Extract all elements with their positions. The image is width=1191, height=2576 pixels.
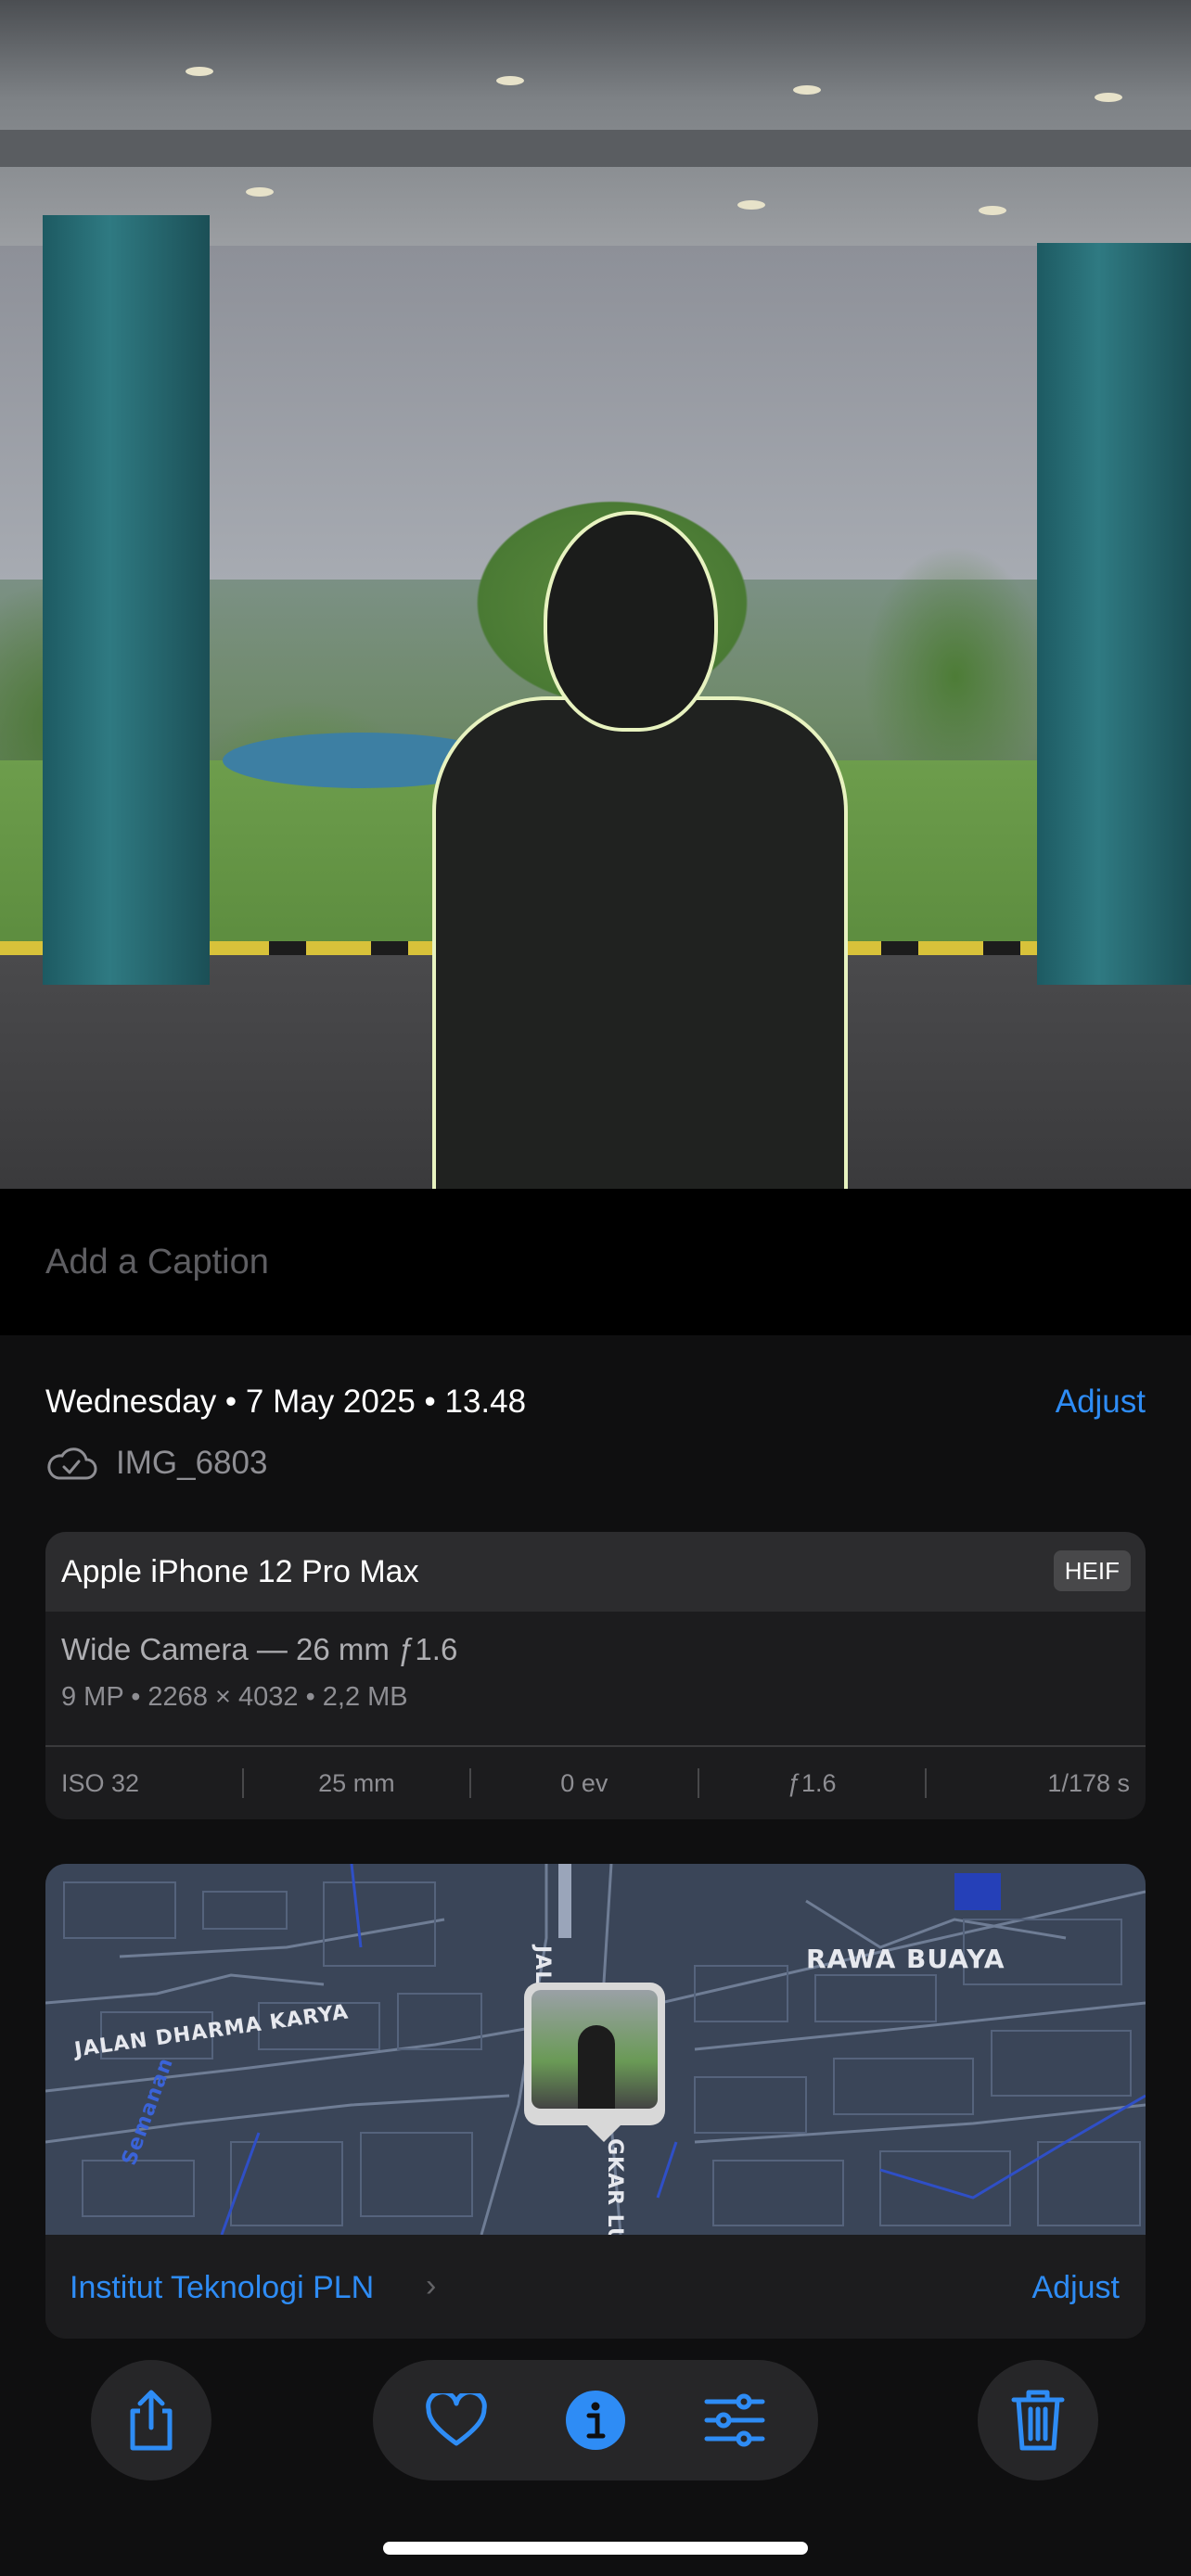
device-name: Apple iPhone 12 Pro Max: [61, 1554, 419, 1589]
sliders-icon: [704, 2393, 765, 2447]
location-map[interactable]: JALAN DHARMA KARYA RAWA BUAYA JAL GKAR L…: [45, 1864, 1146, 2245]
map-photo-pin[interactable]: [524, 1983, 665, 2142]
icloud-check-icon: [47, 1447, 97, 1480]
location-row[interactable]: Institut Teknologi PLN › Adjust: [45, 2235, 1146, 2339]
photo-actions-group: [373, 2360, 818, 2480]
lens-info: Wide Camera — 26 mm ƒ1.6: [61, 1632, 458, 1666]
exif-iso: ISO 32: [61, 1768, 140, 1797]
format-badge: HEIF: [1053, 1550, 1131, 1591]
map-label-rawa-buaya: RAWA BUAYA: [806, 1944, 1005, 1974]
exif-exposure-value: 0 ev: [560, 1768, 608, 1797]
device-card: Apple iPhone 12 Pro Max HEIF Wide Camera…: [45, 1532, 1146, 1819]
adjust-location-button[interactable]: Adjust: [1032, 2270, 1121, 2306]
exif-row: ISO 32 25 mm 0 ev ƒ1.6 1/178 s: [45, 1747, 1146, 1819]
share-icon: [130, 2390, 173, 2451]
file-name-row: IMG_6803: [45, 1443, 267, 1484]
exif-aperture: ƒ1.6: [787, 1768, 837, 1797]
photo-pillar-right: [1037, 243, 1191, 985]
location-name[interactable]: Institut Teknologi PLN: [70, 2270, 374, 2306]
photo-subject: [436, 515, 844, 1189]
edit-button[interactable]: [701, 2387, 768, 2454]
exif-focal-length: 25 mm: [318, 1768, 395, 1797]
photo-viewer[interactable]: [0, 0, 1191, 1189]
map-label-gkar-lu: GKAR LU: [603, 2138, 626, 2245]
photo-pillar-left: [43, 215, 210, 985]
exif-shutter-speed: 1/178 s: [1047, 1768, 1130, 1797]
heart-icon: [426, 2393, 487, 2446]
caption-input[interactable]: Add a Caption: [45, 1243, 269, 1282]
pin-thumbnail: [531, 1990, 658, 2109]
photo-ceiling: [0, 0, 1191, 246]
chevron-right-icon: ›: [426, 2268, 437, 2303]
file-name: IMG_6803: [116, 1445, 268, 1481]
delete-button[interactable]: [978, 2360, 1098, 2480]
image-specs: 9 MP • 2268 × 4032 • 2,2 MB: [61, 1682, 408, 1712]
trash-icon: [1011, 2390, 1065, 2451]
map-label-jal: JAL: [531, 1945, 554, 1985]
share-button[interactable]: [91, 2360, 211, 2480]
home-indicator[interactable]: [383, 2542, 808, 2555]
favorite-button[interactable]: [423, 2387, 490, 2454]
photo-date: Wednesday • 7 May 2025 • 13.48: [45, 1384, 527, 1420]
info-button[interactable]: [562, 2387, 629, 2454]
adjust-date-button[interactable]: Adjust: [1056, 1384, 1146, 1421]
location-card: JALAN DHARMA KARYA RAWA BUAYA JAL GKAR L…: [45, 1864, 1146, 2339]
info-icon: [566, 2391, 625, 2450]
